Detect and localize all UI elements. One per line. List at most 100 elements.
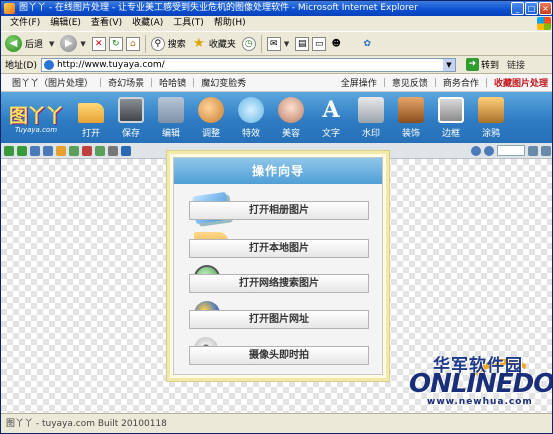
tool-edit[interactable]: 编辑 (151, 92, 191, 143)
undo-icon[interactable] (4, 145, 14, 156)
border-frame-icon (438, 97, 464, 123)
open-web-search-button[interactable]: 打开网络搜索图片 (189, 274, 369, 293)
open-url-button[interactable]: 打开图片网址 (189, 310, 369, 329)
messenger-icon[interactable]: ☻ (329, 37, 343, 51)
open-folder-icon (78, 103, 104, 123)
close-button[interactable]: × (539, 2, 552, 15)
search-label[interactable]: 搜索 (168, 37, 186, 50)
home-icon[interactable]: ⌂ (125, 36, 140, 51)
site-nav-right: 全屏操作 | 意见反馈 | 商务合作 | 收藏图片处理 (335, 76, 552, 90)
favorites-star-icon[interactable]: ★ (192, 36, 206, 51)
menu-tools[interactable]: 工具(T) (168, 16, 209, 31)
watermark-url: www.newhua.com (427, 397, 533, 407)
tool-beauty-label: 美容 (281, 129, 300, 139)
fit-icon[interactable] (528, 145, 538, 156)
menu-help[interactable]: 帮助(H) (209, 16, 251, 31)
tool-doodle-label: 涂鸦 (481, 129, 500, 139)
text-a-icon: A (322, 97, 340, 123)
tool-watermark-label: 水印 (361, 129, 380, 139)
address-dropdown-icon[interactable]: ▼ (442, 58, 455, 71)
minimize-button[interactable]: _ (511, 2, 524, 15)
resize-icon[interactable] (82, 145, 92, 156)
mail-dropdown-icon[interactable]: ▼ (284, 40, 289, 48)
site-nav: 图丫丫（图片处理） | 奇幻场景 | 哈哈镜 | 魔幻变脸秀 全屏操作 | 意见… (1, 74, 552, 92)
go-arrow-icon[interactable]: ➜ (465, 58, 479, 71)
favorites-label[interactable]: 收藏夹 (209, 37, 236, 50)
tool-beauty[interactable]: 美容 (271, 92, 311, 143)
menu-edit[interactable]: 编辑(E) (45, 16, 86, 31)
tool-watermark[interactable]: 水印 (351, 92, 391, 143)
open-local-button[interactable]: 打开本地图片 (189, 239, 369, 258)
rotate-left-icon[interactable] (30, 145, 40, 156)
ie-page-icon (43, 59, 54, 70)
nav-feedback[interactable]: 意见反馈 (386, 76, 434, 89)
tool-border[interactable]: 边框 (431, 92, 471, 143)
edit-page-icon[interactable]: ▭ (312, 36, 327, 51)
address-url[interactable]: http://www.tuyaya.com/ (57, 60, 165, 70)
address-input[interactable]: http://www.tuyaya.com/ ▼ (40, 57, 456, 72)
research-icon[interactable]: ✿ (360, 37, 374, 51)
tool-text[interactable]: A 文字 (311, 92, 351, 143)
windows-logo-icon (537, 17, 551, 30)
tool-decorate[interactable]: 装饰 (391, 92, 431, 143)
nav-fantasy-scene[interactable]: 奇幻场景 (102, 76, 150, 89)
watermark-en: ONLINEDOWN (409, 369, 553, 399)
crop-icon[interactable] (56, 145, 66, 156)
zoom-in-icon[interactable] (471, 145, 481, 156)
watermark-icon (358, 97, 384, 123)
open-album-button[interactable]: 打开相册图片 (189, 201, 369, 220)
move-icon[interactable] (95, 145, 105, 156)
tool-edit-label: 编辑 (161, 129, 180, 139)
nav-tuyaya[interactable]: 图丫丫（图片处理） (6, 76, 99, 89)
app-logo[interactable]: 图丫丫 Tuyaya.com (1, 92, 71, 143)
zoom-input[interactable] (497, 145, 525, 156)
address-label: 地址(D) (5, 61, 37, 71)
stop-icon[interactable]: ✕ (91, 36, 106, 51)
tool-doodle[interactable]: 涂鸦 (471, 92, 511, 143)
app-icon (4, 3, 15, 14)
links-button[interactable]: 链接 (507, 58, 525, 71)
wizard-panel: 操作向导 打开相册图片 打开本地图片 打开网络搜索图片 打开图片网址 摄像头即时… (173, 157, 383, 375)
tool-decorate-label: 装饰 (401, 129, 420, 139)
level-icon[interactable] (121, 145, 131, 156)
nav-business[interactable]: 商务合作 (437, 76, 485, 89)
redo-icon[interactable] (17, 145, 27, 156)
color-icon[interactable] (108, 145, 118, 156)
nav-face-change[interactable]: 魔幻变脸秀 (195, 76, 252, 89)
tool-adjust-label: 调整 (201, 129, 220, 139)
tool-save[interactable]: 保存 (111, 92, 151, 143)
maximize-button[interactable]: □ (525, 2, 538, 15)
forward-icon[interactable]: ▶ (60, 35, 78, 52)
flip-icon[interactable] (69, 145, 79, 156)
mail-icon[interactable]: ✉ (266, 36, 281, 51)
menu-view[interactable]: 查看(V) (86, 16, 127, 31)
history-icon[interactable]: ◷ (241, 36, 256, 51)
rotate-right-icon[interactable] (43, 145, 53, 156)
browser-window: 图丫丫 - 在线图片处理 - 让专业美工感受到失业危机的图像处理软件 - Mic… (0, 0, 553, 434)
nav-bookmark[interactable]: 收藏图片处理 (488, 76, 552, 89)
menu-favorites[interactable]: 收藏(A) (127, 16, 168, 31)
beauty-face-icon (278, 97, 304, 123)
print-icon[interactable]: ▤ (295, 36, 310, 51)
back-icon[interactable]: ◀ (5, 35, 22, 52)
nav-fullscreen[interactable]: 全屏操作 (335, 76, 383, 89)
effects-icon (238, 97, 264, 123)
go-button[interactable]: ➜ 转到 (465, 58, 499, 71)
webcam-capture-button[interactable]: 摄像头即时拍 (189, 346, 369, 365)
tool-effects[interactable]: 特效 (231, 92, 271, 143)
go-label[interactable]: 转到 (481, 58, 499, 71)
back-dropdown-icon[interactable]: ▼ (49, 40, 54, 48)
tool-open[interactable]: 打开 (71, 92, 111, 143)
zoom-out-icon[interactable] (484, 145, 494, 156)
tool-open-label: 打开 (81, 129, 100, 139)
forward-dropdown-icon[interactable]: ▼ (80, 40, 85, 48)
back-label[interactable]: 后退 (25, 37, 43, 50)
actual-size-icon[interactable] (541, 145, 551, 156)
tool-text-label: 文字 (321, 129, 340, 139)
refresh-icon[interactable]: ↻ (108, 36, 123, 51)
menu-file[interactable]: 文件(F) (5, 16, 45, 31)
app-toolbar: 图丫丫 Tuyaya.com 打开 保存 编辑 调整 特效 美容 A 文字 水印… (1, 92, 552, 143)
nav-funhouse-mirror[interactable]: 哈哈镜 (153, 76, 192, 89)
search-icon[interactable]: ⚲ (150, 36, 165, 51)
tool-adjust[interactable]: 调整 (191, 92, 231, 143)
